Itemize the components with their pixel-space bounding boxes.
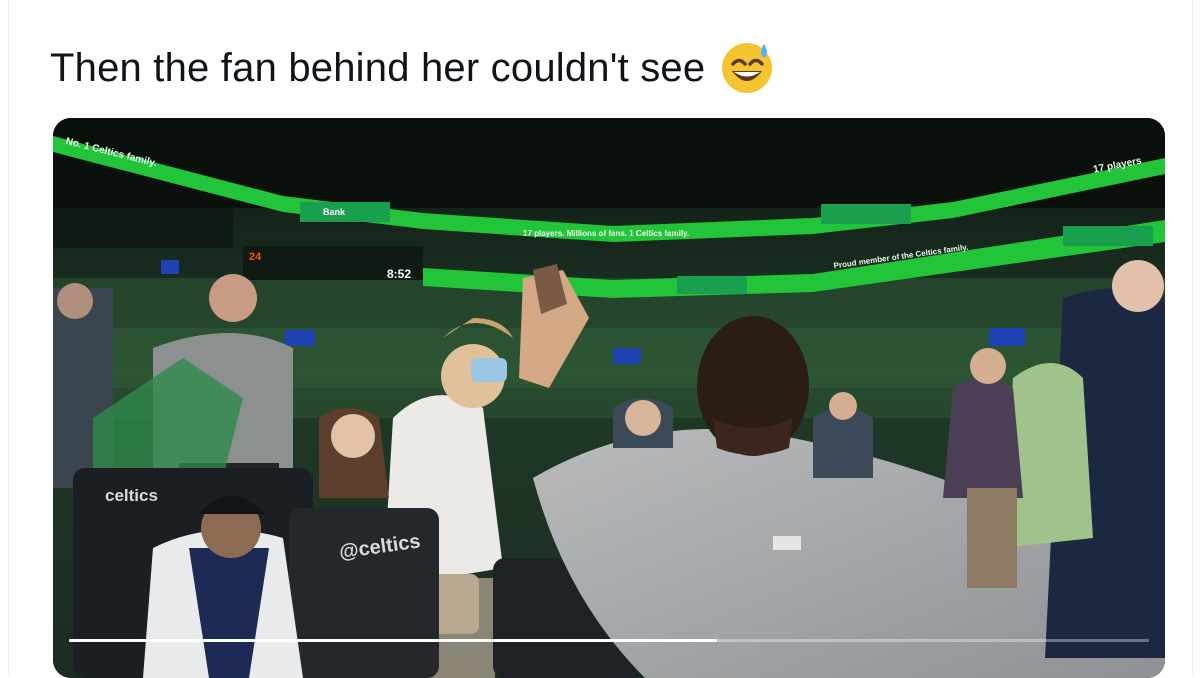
shot-clock-home: 24 — [249, 251, 262, 263]
tweet-body: Then the fan behind her couldn't see — [50, 45, 706, 90]
video-player[interactable]: No. 1 Celtics family. 17 players 17 play… — [53, 118, 1165, 678]
game-clock: 8:52 — [387, 267, 412, 281]
courtside-logo: celtics — [105, 486, 158, 505]
tweet-text: Then the fan behind her couldn't see — [50, 40, 775, 96]
video-progress-bar[interactable] — [69, 639, 1149, 642]
tweet-card: Then the fan behind her couldn't see No.… — [8, 0, 1193, 678]
video-frame — [53, 118, 1165, 678]
ribbon-text-middle: 17 players. Millions of fans. 1 Celtics … — [523, 229, 690, 238]
grinning-sweat-emoji-icon — [719, 38, 775, 94]
video-progress-fill — [69, 639, 717, 642]
sponsor-label: Bank — [323, 207, 346, 217]
